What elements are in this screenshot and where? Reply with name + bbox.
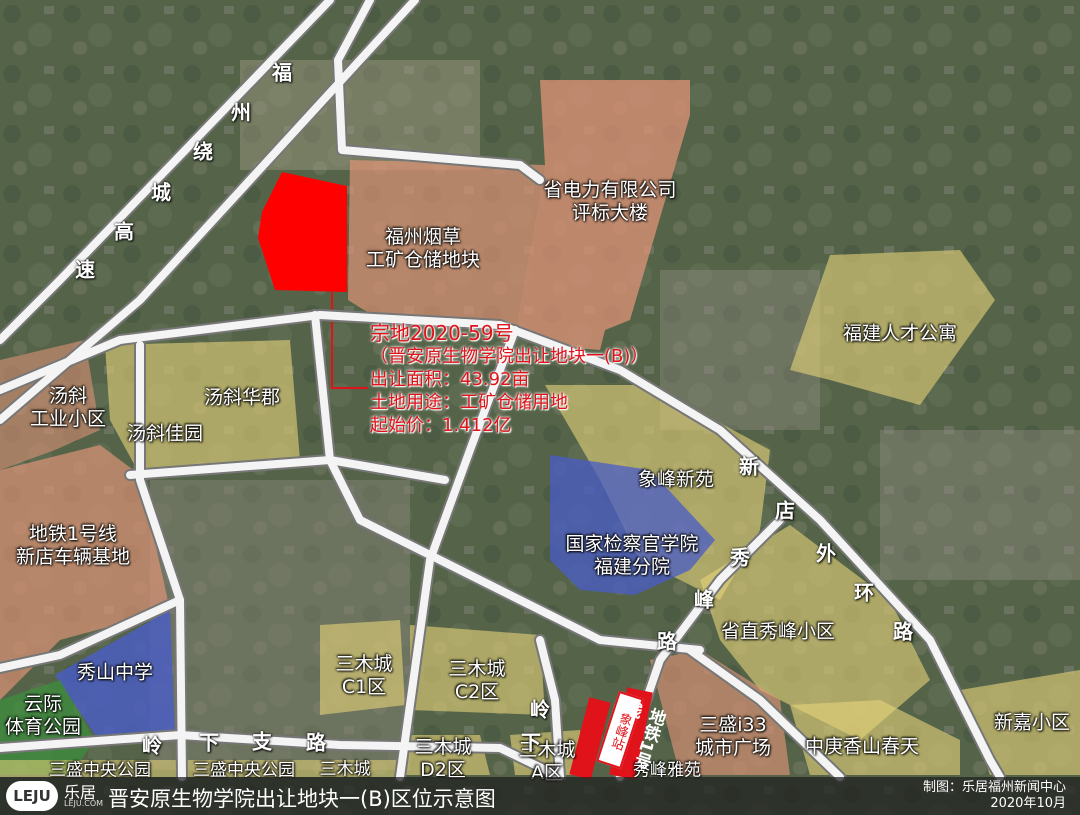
parcel-id: 宗地2020-59号: [370, 321, 514, 345]
credit-date: 2020年10月: [990, 796, 1066, 811]
road-xiufeng-0: 秀: [730, 545, 750, 570]
map-title: 晋安原生物学院出让地块一(B)区位示意图: [108, 787, 496, 811]
road-lingxiazhi-0: 岭: [142, 733, 162, 758]
road-ring-highway-4: 高: [114, 219, 134, 244]
label-zhonggeng: 中庚香山春天: [804, 735, 920, 758]
label-tangxie-industrial: 汤斜 工业小区: [29, 385, 107, 430]
road-xiufeng-2: 路: [657, 629, 677, 654]
map-credit: 制图：乐居福州新闻中心 2020年10月: [923, 780, 1066, 812]
road-ring-highway-1: 州: [231, 100, 251, 125]
label-sansheng-plaza: 三盛i33 城市广场: [694, 714, 772, 759]
road-xindian-ring-4: 路: [893, 619, 913, 644]
label-talent-apartment: 福建人才公寓: [842, 322, 958, 345]
label-power-company: 省电力有限公司 评标大楼: [543, 179, 677, 224]
leju-logo: LEJU: [6, 781, 58, 811]
label-xinjia: 新嘉小区: [993, 711, 1071, 734]
road-ling-1: 下: [521, 730, 541, 755]
road-lingxiazhi-2: 支: [252, 729, 272, 754]
road-ring-highway-0: 福: [272, 60, 292, 85]
road-xindian-ring-3: 环: [854, 580, 874, 605]
parcel-use: 土地用途：工矿仓储用地: [370, 392, 568, 413]
label-shengzhi: 省直秀峰小区: [720, 620, 836, 643]
label-sanmu-d2: 三木城 D2区: [414, 736, 472, 781]
label-xiangfeng: 象峰新苑: [637, 468, 715, 491]
road-ring-highway-3: 城: [151, 180, 171, 205]
label-procurator-college: 国家检察官学院 福建分院: [565, 533, 699, 578]
road-lingxiazhi-1: 下: [199, 730, 219, 755]
label-sanmu-c1: 三木城 C1区: [335, 653, 393, 698]
road-xiufeng-1: 峰: [694, 587, 714, 612]
parcel-name: （晋安原生物学院出让地块一(B)）: [370, 346, 649, 367]
road-ling-0: 岭: [530, 697, 550, 722]
parcel-area: 出让面积：43.92亩: [370, 369, 530, 390]
label-metro-depot: 地铁1号线 新店车辆基地: [15, 523, 131, 568]
credit-author: 制图：乐居福州新闻中心: [922, 780, 1066, 795]
parcel-info-callout: 宗地2020-59号 （晋安原生物学院出让地块一(B)） 出让面积：43.92亩…: [370, 322, 648, 437]
label-tangxie-huajun: 汤斜华郡: [203, 386, 281, 409]
label-tobacco: 福州烟草 工矿仓储地块: [365, 226, 481, 271]
road-lingxiazhi-3: 路: [306, 730, 326, 755]
road-xindian-ring-1: 店: [775, 498, 795, 523]
label-yunji-park: 云际 体育公园: [4, 693, 82, 738]
road-xindian-ring-0: 新: [739, 454, 759, 479]
leju-logo-url: LEJU.COM: [64, 799, 104, 808]
road-xindian-ring-2: 外: [816, 541, 836, 566]
label-xiushan-school: 秀山中学: [76, 661, 154, 684]
road-ring-highway-2: 绕: [193, 139, 213, 164]
label-tangxie-jiayuan: 汤斜佳园: [126, 422, 204, 445]
label-sanmu-c2: 三木城 C2区: [448, 658, 506, 703]
parcel-price: 起始价：1.412亿: [370, 415, 512, 436]
road-ring-highway-5: 速: [75, 257, 95, 282]
footer-bar: LEJU 乐居 LEJU.COM 晋安原生物学院出让地块一(B)区位示意图 制图…: [0, 777, 1080, 815]
